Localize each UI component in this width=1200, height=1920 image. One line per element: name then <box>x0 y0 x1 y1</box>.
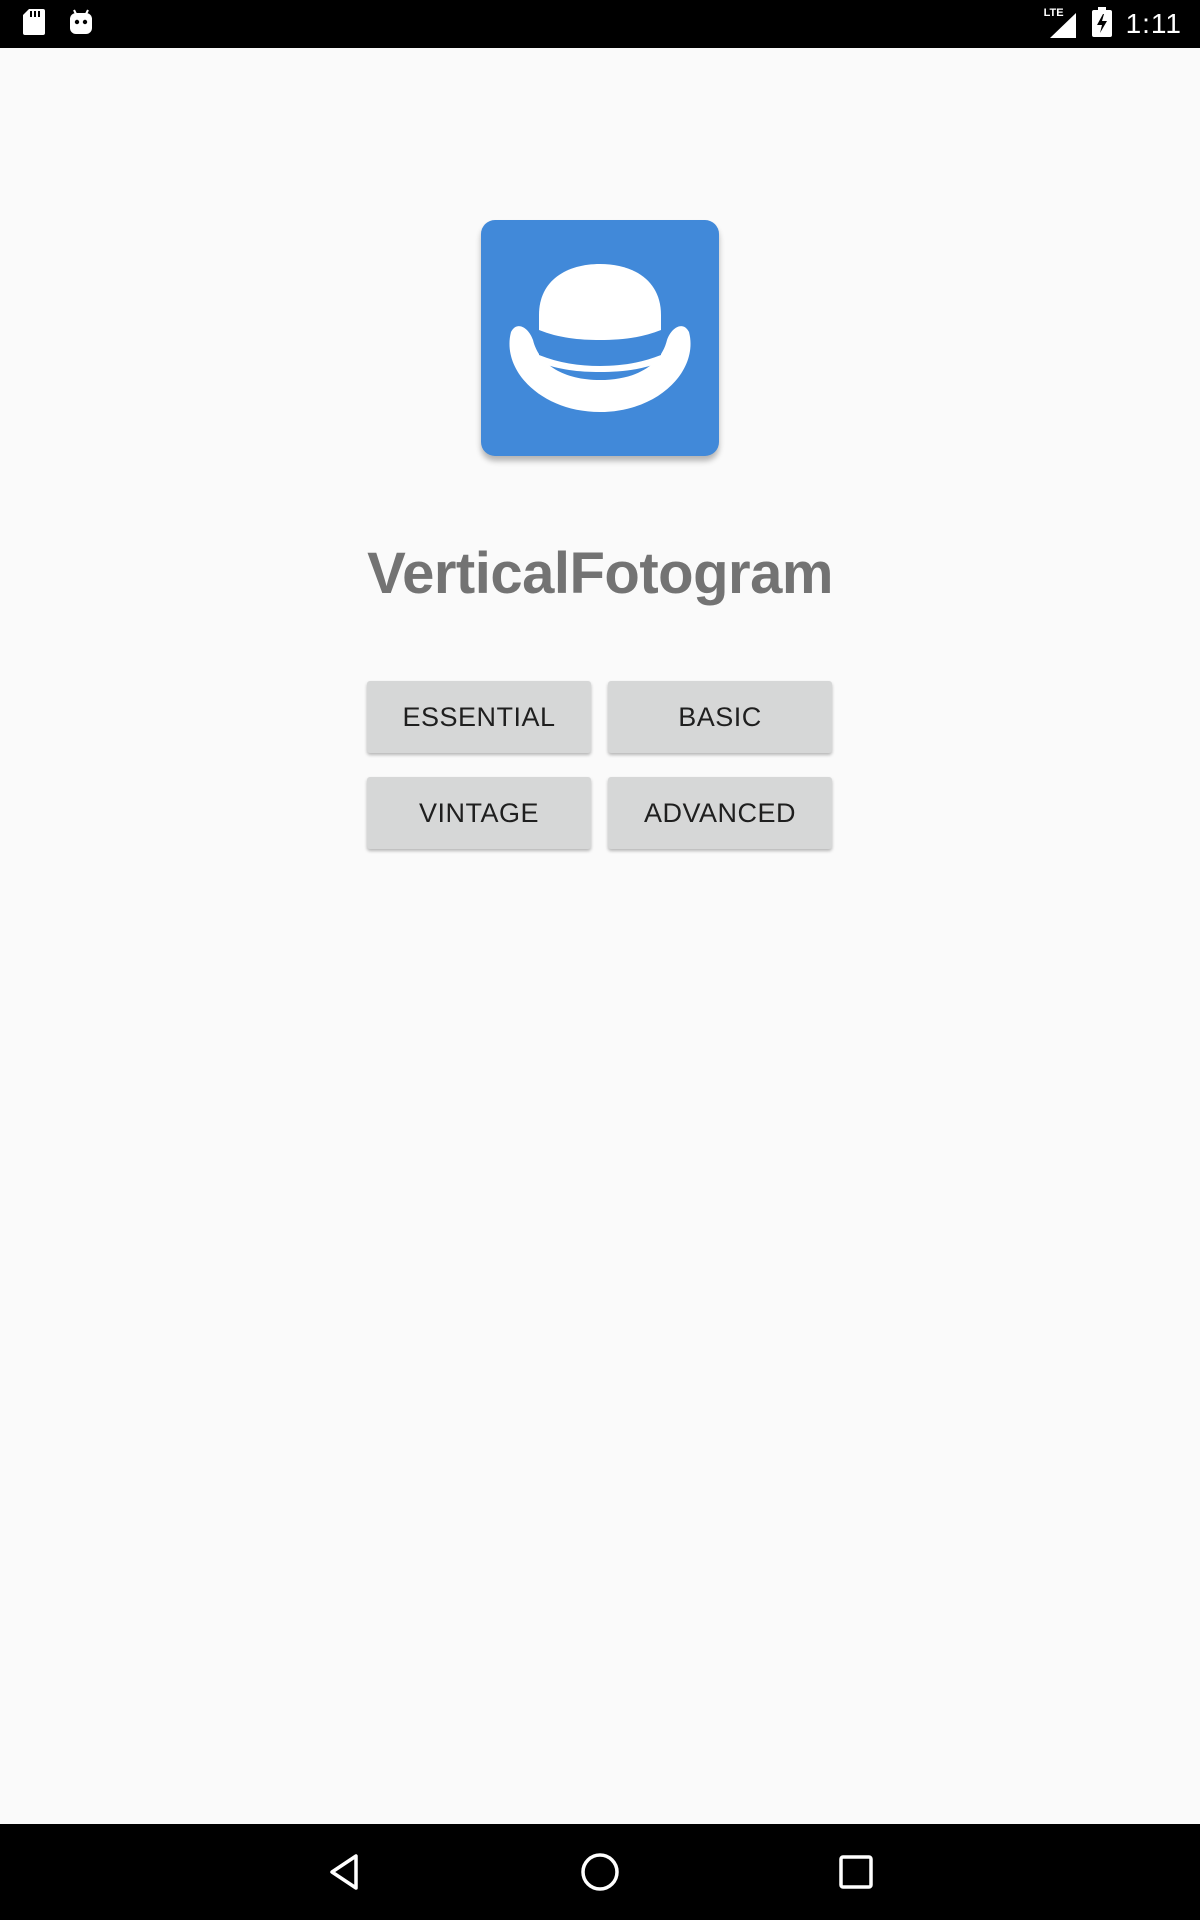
android-icon <box>68 8 94 41</box>
screen: LTE 1:11 VerticalFotogram ESSENTIAL BASI… <box>0 0 1200 1920</box>
status-time: 1:11 <box>1125 8 1182 39</box>
sd-card-icon <box>22 8 46 41</box>
back-button[interactable] <box>297 1824 393 1920</box>
basic-button[interactable]: BASIC <box>608 681 832 753</box>
navigation-bar <box>0 1824 1200 1920</box>
status-bar: LTE 1:11 <box>0 0 1200 48</box>
battery-charging-icon <box>1091 6 1112 42</box>
home-icon <box>581 1853 619 1891</box>
status-bar-right: LTE 1:11 <box>1044 0 1182 48</box>
signal-icon: LTE <box>1044 7 1078 39</box>
recents-button[interactable] <box>808 1824 904 1920</box>
back-icon <box>330 1854 358 1890</box>
essential-button[interactable]: ESSENTIAL <box>367 681 591 753</box>
status-bar-left <box>22 8 94 41</box>
app-icon <box>481 220 719 456</box>
app-title: VerticalFotogram <box>367 541 833 606</box>
home-button[interactable] <box>552 1824 648 1920</box>
advanced-button[interactable]: ADVANCED <box>608 777 832 849</box>
bowler-hat-icon <box>509 264 691 412</box>
vintage-button[interactable]: VINTAGE <box>367 777 591 849</box>
recents-icon <box>839 1855 873 1889</box>
